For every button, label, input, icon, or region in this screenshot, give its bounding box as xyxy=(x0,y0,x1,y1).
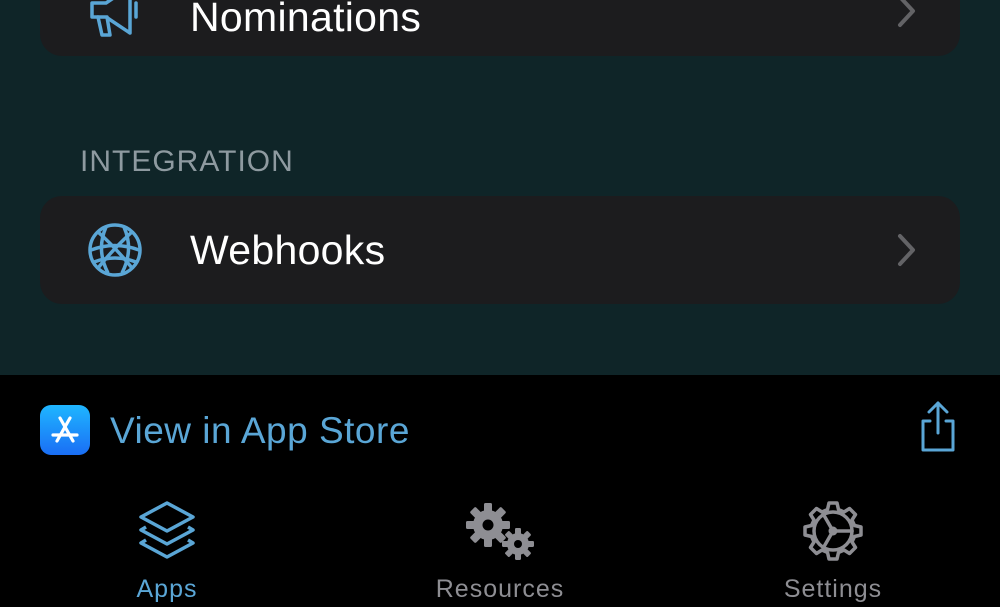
gears-icon xyxy=(460,497,540,567)
megaphone-icon xyxy=(84,0,146,54)
bottom-bar: View in App Store Apps Resources Setting… xyxy=(0,375,1000,607)
share-icon[interactable] xyxy=(916,399,960,455)
nominations-label: Nominations xyxy=(190,0,422,40)
tab-resources-label: Resources xyxy=(435,575,565,603)
tab-resources[interactable]: Resources xyxy=(400,493,600,607)
globe-icon xyxy=(84,219,146,281)
nominations-row[interactable]: Nominations xyxy=(40,0,960,56)
webhooks-label: Webhooks xyxy=(190,227,386,273)
webhooks-row[interactable]: Webhooks xyxy=(40,196,960,304)
view-in-app-store-link[interactable]: View in App Store xyxy=(110,410,410,452)
app-store-banner: View in App Store xyxy=(40,401,960,455)
tab-settings-label: Settings xyxy=(783,575,883,603)
gear-icon xyxy=(793,497,873,567)
chevron-right-icon xyxy=(898,0,915,27)
app-store-icon[interactable] xyxy=(40,405,90,455)
screen: Nominations INTEGRATION Webhooks View in… xyxy=(0,0,1000,607)
tab-apps-label: Apps xyxy=(136,575,198,603)
section-header-integration: INTEGRATION xyxy=(80,145,294,178)
layers-icon xyxy=(127,497,207,567)
tab-bar: Apps Resources Settings xyxy=(0,493,1000,607)
tab-apps[interactable]: Apps xyxy=(67,493,267,607)
tab-settings[interactable]: Settings xyxy=(733,493,933,607)
chevron-right-icon xyxy=(898,234,915,266)
